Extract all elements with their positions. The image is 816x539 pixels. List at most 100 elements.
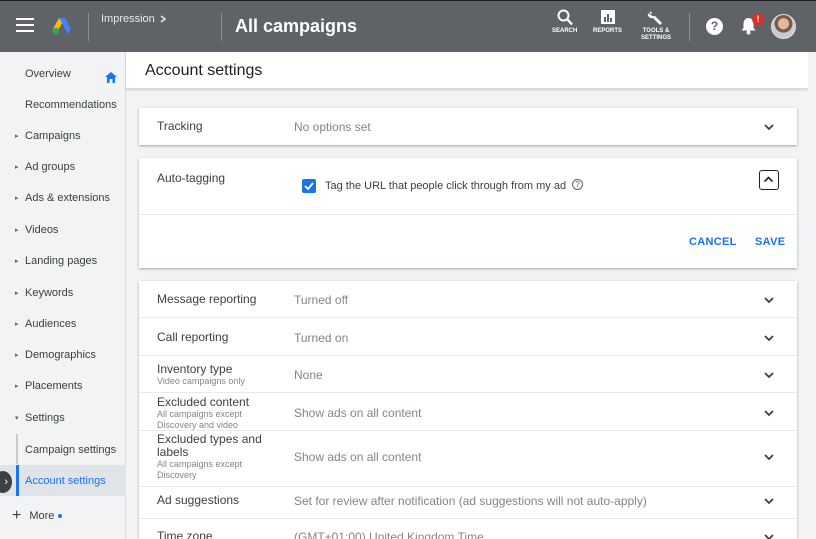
sidebar-item-label: Settings bbox=[25, 411, 65, 424]
header-divider bbox=[689, 13, 690, 41]
row-label-text: Inventory type bbox=[157, 362, 233, 376]
sidebar-item-videos[interactable]: ▸ Videos bbox=[0, 214, 126, 245]
chevron-down-icon[interactable] bbox=[763, 369, 775, 381]
reports-button[interactable]: REPORTS bbox=[593, 9, 622, 35]
settings-row-excluded-types-labels[interactable]: Excluded types and labels All campaigns … bbox=[139, 431, 797, 487]
sidebar: Overview Recommendations ▸ Campaigns ▸ A… bbox=[0, 52, 126, 539]
settings-row-inventory-type[interactable]: Inventory type Video campaigns only None bbox=[139, 356, 797, 393]
row-label: Message reporting bbox=[157, 292, 257, 306]
chevron-right-icon bbox=[160, 15, 167, 23]
top-bar: Impression All campaigns SEARCH REPORTS … bbox=[0, 0, 816, 52]
sidebar-item-recommendations[interactable]: Recommendations bbox=[0, 89, 126, 120]
tracking-card[interactable]: Tracking No options set bbox=[139, 108, 797, 145]
search-label: SEARCH bbox=[552, 28, 578, 34]
account-name: Impression bbox=[101, 13, 155, 25]
wrench-icon bbox=[647, 11, 662, 25]
sidebar-item-keywords[interactable]: ▸ Keywords bbox=[0, 277, 126, 308]
sidebar-item-label: Placements bbox=[25, 379, 83, 392]
caret-right-icon: ▸ bbox=[15, 163, 19, 171]
sidebar-item-ad-groups[interactable]: ▸ Ad groups bbox=[0, 151, 126, 182]
header-divider bbox=[221, 13, 222, 41]
chevron-down-icon[interactable] bbox=[763, 407, 775, 419]
caret-right-icon: ▸ bbox=[15, 320, 19, 328]
save-button[interactable]: SAVE bbox=[755, 236, 785, 248]
chevron-down-icon[interactable] bbox=[763, 451, 775, 463]
caret-right-icon: ▸ bbox=[15, 226, 19, 234]
caret-right-icon: ▸ bbox=[15, 289, 19, 297]
plus-icon: + bbox=[12, 507, 22, 524]
settings-row-call-reporting[interactable]: Call reporting Turned on bbox=[139, 318, 797, 356]
settings-row-ad-suggestions[interactable]: Ad suggestions Set for review after noti… bbox=[139, 487, 797, 519]
google-ads-logo[interactable] bbox=[52, 17, 72, 35]
sidebar-item-campaign-settings[interactable]: Campaign settings bbox=[0, 434, 126, 465]
caret-right-icon: ▸ bbox=[15, 382, 19, 390]
avatar[interactable] bbox=[771, 14, 796, 39]
tools-settings-button[interactable]: TOOLS & SETTINGS bbox=[641, 9, 671, 42]
caret-right-icon: ▸ bbox=[15, 351, 19, 359]
sidebar-item-ads-extensions[interactable]: ▸ Ads & extensions bbox=[0, 182, 126, 213]
sidebar-item-audiences[interactable]: ▸ Audiences bbox=[0, 308, 126, 339]
row-label: Time zone bbox=[157, 529, 213, 539]
caret-right-icon: ▸ bbox=[15, 132, 19, 140]
reports-icon bbox=[600, 10, 615, 24]
settings-row-message-reporting[interactable]: Message reporting Turned off bbox=[139, 281, 797, 318]
row-label: Excluded content All campaigns except Di… bbox=[157, 396, 267, 431]
help-circle-icon[interactable]: ? bbox=[572, 179, 583, 190]
collapse-button[interactable] bbox=[759, 170, 779, 190]
row-label-text: Excluded types and labels bbox=[157, 432, 262, 459]
caret-down-icon: ▾ bbox=[15, 414, 19, 422]
menu-icon[interactable] bbox=[16, 18, 34, 32]
sidebar-item-landing-pages[interactable]: ▸ Landing pages bbox=[0, 245, 126, 276]
row-sublabel: All campaigns except Discovery bbox=[157, 459, 243, 480]
sidebar-item-label: Campaign settings bbox=[25, 443, 117, 456]
sidebar-item-settings[interactable]: ▾ Settings bbox=[0, 402, 126, 433]
page-title: All campaigns bbox=[235, 16, 358, 36]
sidebar-item-label: Keywords bbox=[25, 286, 74, 299]
card-divider bbox=[139, 214, 797, 215]
more-button[interactable]: + More bbox=[12, 507, 63, 524]
scrollbar-track[interactable] bbox=[808, 52, 816, 539]
tools-settings-label: TOOLS & SETTINGS bbox=[641, 28, 672, 41]
check-icon bbox=[304, 182, 314, 191]
home-icon bbox=[105, 72, 117, 83]
row-value: (GMT+01:00) United Kingdom Time bbox=[294, 530, 484, 539]
chevron-down-icon[interactable] bbox=[763, 294, 775, 306]
row-label: Ad suggestions bbox=[157, 493, 240, 507]
row-label: Call reporting bbox=[157, 330, 229, 344]
help-icon[interactable]: ? bbox=[706, 18, 723, 35]
chevron-down-icon[interactable] bbox=[763, 121, 775, 133]
sidebar-item-placements[interactable]: ▸ Placements bbox=[0, 370, 126, 401]
caret-right-icon: ▸ bbox=[15, 194, 19, 202]
sidebar-item-label: Videos bbox=[25, 223, 59, 236]
cancel-button[interactable]: CANCEL bbox=[689, 236, 737, 248]
sidebar-item-label: Demographics bbox=[25, 348, 96, 361]
chevron-down-icon[interactable] bbox=[763, 495, 775, 507]
chevron-down-icon[interactable] bbox=[763, 332, 775, 344]
settings-row-excluded-content[interactable]: Excluded content All campaigns except Di… bbox=[139, 393, 797, 431]
sidebar-item-label: Landing pages bbox=[25, 254, 98, 267]
sidebar-item-label: Campaigns bbox=[25, 129, 81, 142]
sidebar-item-demographics[interactable]: ▸ Demographics bbox=[0, 339, 126, 370]
sidebar-item-label: Audiences bbox=[25, 317, 77, 330]
row-label-text: Excluded content bbox=[157, 395, 250, 409]
chevron-down-icon[interactable] bbox=[763, 531, 775, 539]
row-value: Turned on bbox=[294, 331, 349, 345]
notification-badge: ! bbox=[752, 13, 764, 25]
auto-tagging-checkbox[interactable] bbox=[302, 179, 316, 193]
sidebar-item-account-settings[interactable]: Account settings bbox=[0, 465, 126, 496]
row-label: Excluded types and labels All campaigns … bbox=[157, 433, 272, 481]
sidebar-item-overview[interactable]: Overview bbox=[0, 58, 126, 89]
sidebar-item-campaigns[interactable]: ▸ Campaigns bbox=[0, 120, 126, 151]
reports-label: REPORTS bbox=[593, 28, 623, 34]
sidebar-item-label: Account settings bbox=[25, 474, 106, 487]
settings-list-card: Message reporting Turned off Call report… bbox=[139, 281, 797, 539]
auto-tagging-card: Auto-tagging Tag the URL that people cli… bbox=[139, 158, 797, 268]
row-value: None bbox=[294, 368, 323, 382]
tracking-value: No options set bbox=[294, 120, 371, 134]
account-breadcrumb[interactable]: Impression bbox=[101, 13, 167, 25]
row-sublabel: All campaigns except Discovery and video bbox=[157, 409, 243, 430]
search-button[interactable]: SEARCH bbox=[552, 9, 577, 35]
settings-row-time-zone[interactable]: Time zone (GMT+01:00) United Kingdom Tim… bbox=[139, 519, 797, 539]
header-divider bbox=[88, 13, 89, 41]
tracking-label: Tracking bbox=[157, 119, 203, 133]
